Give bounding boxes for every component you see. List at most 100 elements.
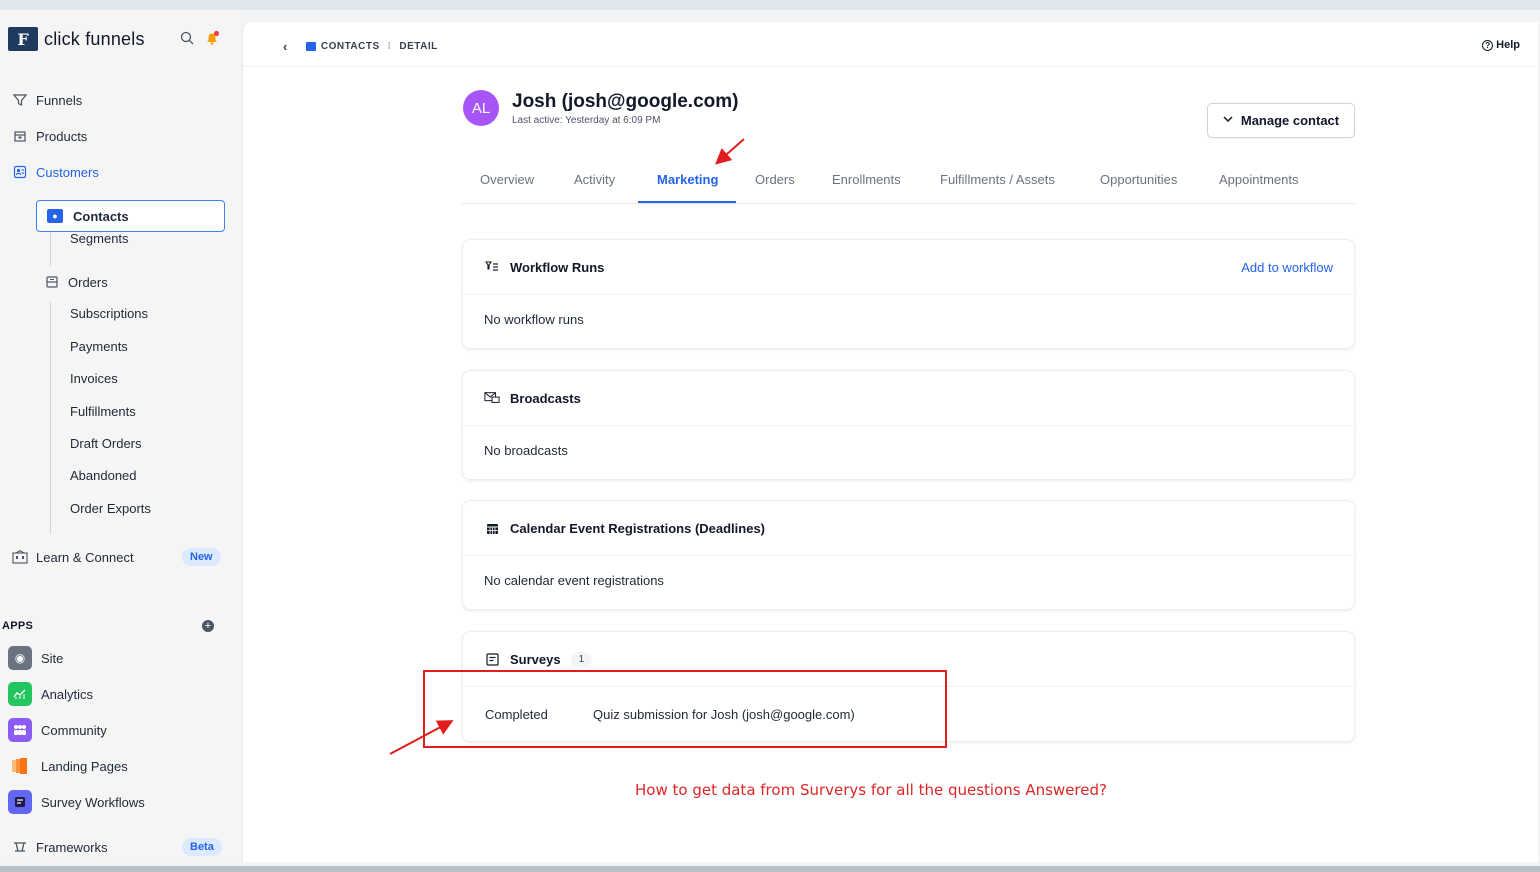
app-item-survey-workflows[interactable]: Survey Workflows	[8, 790, 145, 814]
breadcrumb-detail: DETAIL	[399, 41, 438, 52]
calendar-icon	[484, 522, 500, 535]
sidebar-tree-line	[50, 302, 51, 534]
app-item-community[interactable]: Community	[8, 718, 107, 742]
annotation-highlight-box	[423, 670, 947, 748]
new-badge: New	[182, 548, 221, 566]
notification-bell-icon[interactable]	[204, 30, 220, 46]
tab-overview[interactable]: Overview	[480, 172, 534, 187]
sidebar-item-fulfillments[interactable]: Fulfillments	[70, 404, 136, 419]
app-item-label: Landing Pages	[41, 758, 128, 774]
beta-badge: Beta	[182, 838, 222, 856]
sidebar-item-invoices[interactable]: Invoices	[70, 371, 118, 386]
app-item-analytics[interactable]: Analytics	[8, 682, 93, 706]
sidebar-item-order-exports[interactable]: Order Exports	[70, 501, 151, 516]
sidebar-top-icons	[180, 30, 220, 46]
app-item-site[interactable]: ◉ Site	[8, 646, 63, 670]
box-icon	[12, 128, 28, 144]
card-title: Broadcasts	[510, 390, 581, 406]
sidebar-item-learn-connect[interactable]: Learn & Connect	[12, 549, 134, 565]
avatar: AL	[463, 90, 499, 126]
tab-orders[interactable]: Orders	[755, 172, 795, 187]
card-title: Calendar Event Registrations (Deadlines)	[510, 520, 766, 536]
sidebar-item-label: Funnels	[36, 92, 83, 108]
apps-section-label: APPS	[2, 620, 34, 632]
breadcrumb: ‹ CONTACTS ⁝ DETAIL	[283, 39, 438, 54]
sidebar-item-payments[interactable]: Payments	[70, 339, 128, 354]
card-header: Broadcasts	[463, 371, 1354, 426]
last-active-text: Last active: Yesterday at 6:09 PM	[512, 115, 661, 126]
card-title: Surveys	[510, 651, 561, 667]
sidebar-tree-line	[50, 232, 51, 266]
logo-text: click funnels	[44, 28, 145, 49]
tab-enrollments[interactable]: Enrollments	[832, 172, 901, 187]
sidebar-item-label: Learn & Connect	[36, 549, 134, 565]
sidebar-item-products[interactable]: Products	[12, 128, 87, 144]
survey-list-icon	[484, 652, 500, 666]
sidebar-item-subscriptions[interactable]: Subscriptions	[70, 306, 148, 321]
contacts-icon: ●	[47, 209, 63, 223]
learn-icon	[12, 549, 28, 565]
sidebar-item-frameworks[interactable]: Frameworks	[12, 839, 108, 855]
app-item-landing-pages[interactable]: Landing Pages	[8, 754, 128, 778]
empty-state-text: No calendar event registrations	[484, 573, 664, 588]
people-icon	[8, 718, 32, 742]
contact-tabs: Overview Activity Marketing Orders Enrol…	[462, 170, 1355, 204]
chevron-down-icon	[1223, 115, 1233, 126]
logo-mark-text: F	[17, 29, 29, 49]
empty-state-text: No broadcasts	[484, 443, 568, 458]
pages-icon	[8, 754, 32, 778]
sidebar-item-draft-orders[interactable]: Draft Orders	[70, 436, 142, 451]
card-header: Calendar Event Registrations (Deadlines)	[463, 501, 1354, 556]
tab-appointments[interactable]: Appointments	[1219, 172, 1299, 187]
funnel-icon	[12, 92, 28, 108]
calendar-registrations-card: Calendar Event Registrations (Deadlines)…	[462, 500, 1355, 610]
help-link[interactable]: ? Help	[1482, 39, 1520, 51]
annotation-question: How to get data from Surverys for all th…	[635, 781, 1107, 799]
search-icon[interactable]	[180, 31, 194, 45]
sidebar-item-orders[interactable]: Orders	[44, 274, 108, 290]
sidebar-item-label: Products	[36, 128, 88, 144]
add-app-icon[interactable]: +	[202, 620, 214, 632]
tab-fulfillments-assets[interactable]: Fulfillments / Assets	[940, 172, 1055, 187]
card-header: Workflow Runs	[463, 240, 1354, 295]
sidebar-item-customers[interactable]: Customers	[12, 164, 99, 180]
globe-icon: ◉	[8, 646, 32, 670]
breadcrumb-contacts[interactable]: CONTACTS	[321, 41, 380, 52]
survey-icon	[8, 790, 32, 814]
app-item-label: Site	[41, 650, 64, 666]
header-divider	[243, 66, 1539, 67]
sidebar-item-label: Contacts	[73, 208, 129, 224]
tab-opportunities[interactable]: Opportunities	[1100, 172, 1177, 187]
main-content: ‹ CONTACTS ⁝ DETAIL ? Help AL Josh (josh…	[242, 22, 1539, 862]
contact-name: Josh (josh@google.com)	[512, 91, 739, 112]
back-chevron-icon[interactable]: ‹	[283, 39, 288, 54]
help-label: Help	[1496, 39, 1520, 51]
sidebar-item-abandoned[interactable]: Abandoned	[70, 468, 137, 483]
app-item-label: Analytics	[41, 686, 94, 702]
workflow-icon	[484, 261, 500, 273]
window-bottom-edge	[0, 866, 1540, 872]
sidebar-item-segments[interactable]: Segments	[70, 231, 129, 246]
orders-icon	[44, 274, 60, 290]
broadcast-icon	[484, 391, 500, 405]
card-title: Workflow Runs	[510, 259, 605, 275]
logo-mark-icon: F	[8, 27, 38, 51]
app-item-label: Survey Workflows	[41, 794, 145, 810]
customers-icon	[12, 164, 28, 180]
sidebar-item-contacts[interactable]: ● Contacts	[36, 200, 225, 232]
sidebar-item-funnels[interactable]: Funnels	[12, 92, 82, 108]
logo[interactable]: F click funnels	[8, 27, 145, 51]
manage-contact-button[interactable]: Manage contact	[1207, 103, 1355, 138]
tab-marketing[interactable]: Marketing	[657, 172, 718, 187]
add-to-workflow-link[interactable]: Add to workflow	[1241, 260, 1333, 275]
manage-contact-label: Manage contact	[1240, 113, 1340, 128]
frameworks-icon	[12, 839, 28, 855]
sidebar-item-label: Frameworks	[36, 839, 108, 855]
surveys-count-badge: 1	[570, 651, 593, 667]
active-tab-indicator	[638, 201, 736, 203]
sidebar-item-label: Customers	[36, 164, 99, 180]
breadcrumb-separator: ⁝	[387, 41, 392, 52]
chart-icon	[8, 682, 32, 706]
tab-activity[interactable]: Activity	[574, 172, 615, 187]
workflow-runs-card: Workflow Runs Add to workflow No workflo…	[462, 239, 1355, 349]
